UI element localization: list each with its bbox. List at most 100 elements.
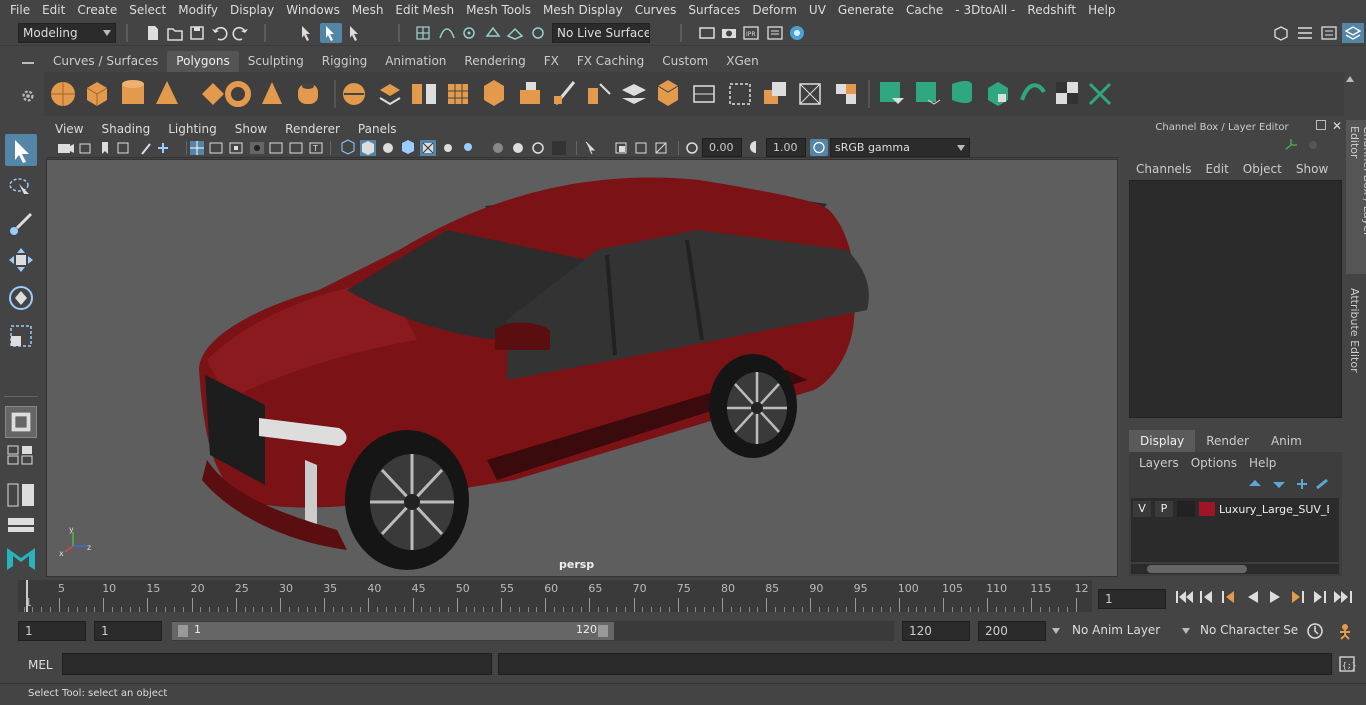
menu-help[interactable]: Help — [1082, 3, 1121, 17]
combine-icon[interactable] — [343, 83, 365, 105]
2d-pan-zoom-icon[interactable] — [158, 143, 168, 153]
color-management-toggle[interactable] — [810, 139, 828, 156]
paint-select-tool-button[interactable] — [5, 208, 37, 240]
tab-anim[interactable]: Anim — [1260, 430, 1313, 452]
bookmark-icon[interactable] — [102, 142, 108, 154]
tab-sculpting[interactable]: Sculpting — [239, 51, 313, 72]
ambient-occlusion-icon[interactable] — [493, 143, 503, 153]
channel-object-menu[interactable]: Object — [1243, 162, 1296, 176]
mel-command-input[interactable] — [62, 653, 492, 675]
poly-sphere-icon[interactable] — [51, 82, 75, 106]
layout-single-button[interactable] — [5, 406, 37, 438]
uv-checker-icon[interactable] — [1056, 82, 1078, 104]
tab-display[interactable]: Display — [1129, 430, 1196, 452]
gamma-icon[interactable] — [748, 139, 764, 155]
script-editor-icon[interactable]: {;} — [1338, 655, 1356, 673]
layer-color-swatch[interactable] — [1199, 502, 1215, 516]
default-material-icon[interactable] — [383, 143, 393, 153]
move-layer-up-icon[interactable] — [1249, 480, 1261, 486]
viewport-menu-lighting[interactable]: Lighting — [159, 122, 226, 136]
poly-cylinder-icon[interactable] — [122, 80, 144, 104]
character-set-dropdown[interactable]: No Character Set — [1196, 621, 1298, 641]
gear-icon[interactable] — [20, 88, 36, 104]
menu-create[interactable]: Create — [71, 3, 123, 17]
command-language-label[interactable]: MEL — [28, 658, 53, 672]
snap-view-plane-icon[interactable] — [484, 24, 502, 42]
depth-of-field-icon[interactable] — [552, 141, 566, 155]
options-menu[interactable]: Options — [1191, 456, 1249, 470]
snap-curve-icon[interactable] — [438, 24, 456, 42]
mirror-icon[interactable] — [412, 84, 436, 104]
range-slider-track[interactable]: 1 120 — [172, 621, 894, 641]
viewport-menu-view[interactable]: View — [46, 122, 92, 136]
range-start-handle[interactable] — [178, 625, 188, 637]
menu-mesh-display[interactable]: Mesh Display — [537, 3, 629, 17]
menu-redshift[interactable]: Redshift — [1021, 3, 1082, 17]
bevel-icon[interactable] — [484, 80, 504, 106]
poke-icon[interactable] — [799, 83, 821, 105]
auto-key-icon[interactable] — [1306, 622, 1324, 640]
safe-title-icon[interactable]: T — [309, 142, 323, 154]
go-to-end-icon[interactable] — [1334, 591, 1352, 603]
gate-mask-icon[interactable] — [250, 142, 264, 154]
open-scene-icon[interactable] — [166, 24, 184, 42]
tab-render[interactable]: Render — [1195, 430, 1260, 452]
layer-help-menu[interactable]: Help — [1249, 456, 1276, 470]
ipr-render-icon[interactable]: IPR — [742, 24, 760, 42]
grid-toggle-icon[interactable] — [190, 141, 204, 155]
menu-uv[interactable]: UV — [803, 3, 832, 17]
cut-uv-icon[interactable] — [1088, 82, 1112, 106]
multi-cut-icon[interactable] — [554, 81, 576, 105]
poly-prism-icon[interactable] — [262, 82, 282, 104]
viewport-menu-panels[interactable]: Panels — [349, 122, 406, 136]
snap-grid-icon[interactable] — [414, 24, 432, 42]
range-end-handle[interactable] — [598, 625, 608, 637]
menu-curves[interactable]: Curves — [629, 3, 683, 17]
move-tool-button[interactable] — [5, 244, 37, 276]
create-uv-icon[interactable] — [880, 82, 904, 104]
shadows-icon[interactable] — [464, 143, 472, 151]
redo-icon[interactable] — [232, 24, 250, 42]
resolution-gate-icon[interactable] — [229, 142, 243, 154]
channel-box-toggle-button[interactable] — [1342, 23, 1364, 43]
perspective-viewport[interactable]: z y x persp — [46, 159, 1118, 577]
layout-two-button[interactable] — [5, 482, 37, 508]
motion-blur-icon[interactable] — [513, 143, 523, 153]
menu-deform[interactable]: Deform — [746, 3, 803, 17]
menu-mesh[interactable]: Mesh — [346, 3, 390, 17]
film-gate-icon[interactable] — [209, 142, 223, 154]
time-slider[interactable]: 5 10 15 20 25 30 35 40 45 50 55 60 65 70 75 80 85 90 95 100… — [18, 580, 1092, 612]
poly-pipe-icon[interactable] — [298, 83, 318, 104]
animation-preferences-icon[interactable] — [1336, 622, 1354, 640]
poly-torus-icon[interactable] — [225, 81, 251, 107]
tab-xgen[interactable]: XGen — [717, 51, 768, 72]
layer-visibility-toggle[interactable]: V — [1133, 501, 1151, 517]
snap-surface-icon[interactable] — [506, 24, 524, 42]
channels-menu[interactable]: Channels — [1136, 162, 1206, 176]
menu-surfaces[interactable]: Surfaces — [682, 3, 746, 17]
anti-alias-icon[interactable] — [532, 142, 544, 154]
select-tool-button[interactable] — [5, 134, 37, 166]
channel-edit-menu[interactable]: Edit — [1206, 162, 1243, 176]
gamma-field[interactable]: 1.00 — [766, 138, 806, 157]
menu-windows[interactable]: Windows — [280, 3, 346, 17]
xray-components-icon[interactable] — [655, 142, 667, 154]
play-backward-icon[interactable] — [1248, 591, 1258, 603]
tab-fx[interactable]: FX — [535, 51, 568, 72]
step-forward-key-icon[interactable] — [1314, 591, 1326, 603]
xray-joints-icon[interactable] — [635, 142, 647, 154]
menu-cache[interactable]: Cache — [900, 3, 949, 17]
shelf-scroll-up-icon[interactable] — [1346, 76, 1354, 82]
menu-modify[interactable]: Modify — [172, 3, 224, 17]
playback-end-field[interactable]: 120 — [902, 621, 970, 641]
scrollbar-thumb[interactable] — [1147, 565, 1247, 573]
tab-rendering[interactable]: Rendering — [455, 51, 534, 72]
workspace-dropdown[interactable]: Modeling — [18, 23, 116, 43]
unfold-uv-icon[interactable] — [1020, 83, 1046, 101]
tab-animation[interactable]: Animation — [376, 51, 455, 72]
playback-start-field[interactable]: 1 — [94, 621, 162, 641]
side-tab-channel-box[interactable]: Channel Box / Layer Editor — [1346, 120, 1366, 274]
attribute-editor-toggle-icon[interactable] — [1296, 24, 1314, 42]
tab-curves-surfaces[interactable]: Curves / Surfaces — [44, 51, 167, 72]
camera-attributes-icon[interactable] — [79, 143, 91, 154]
